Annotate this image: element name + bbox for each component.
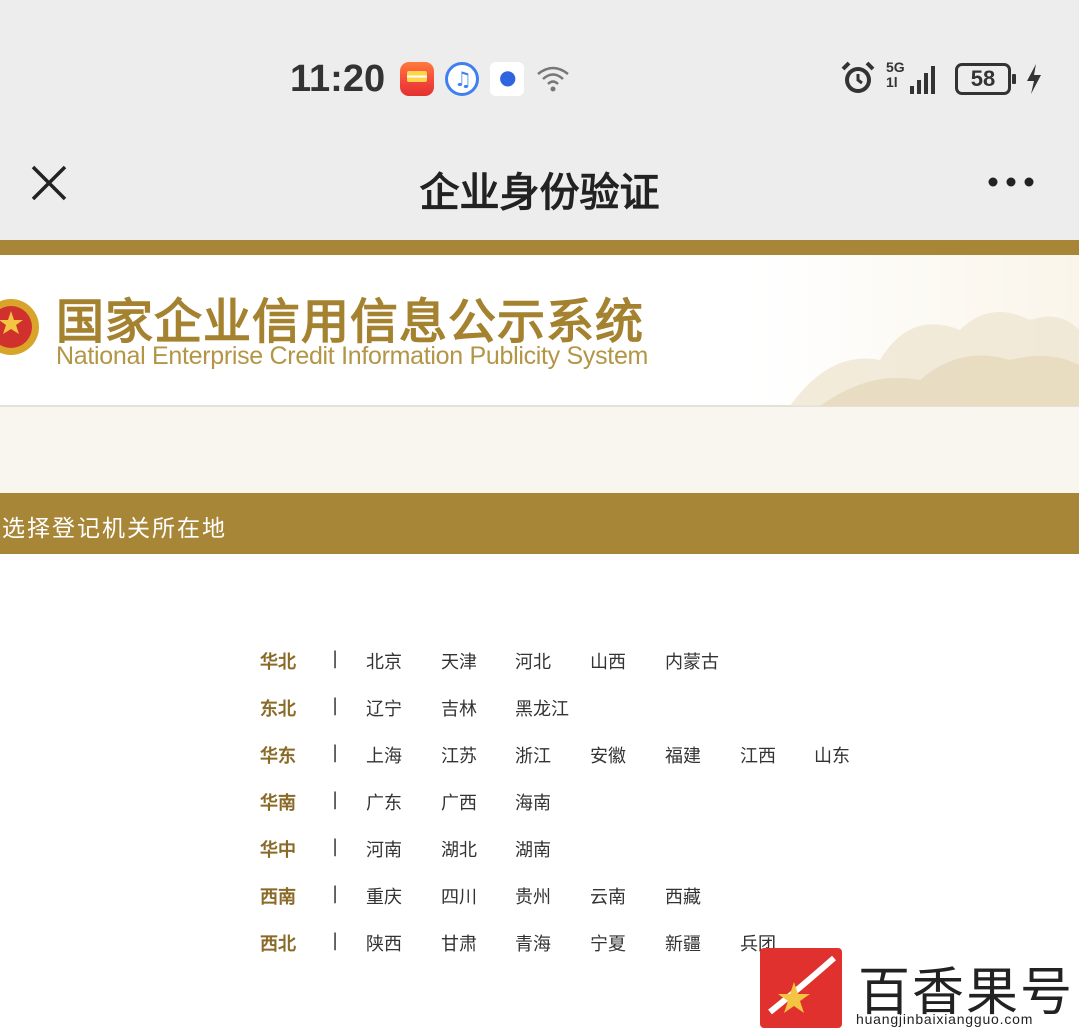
region-row-huanan: 华南 | 广东 广西 海南 — [0, 789, 1079, 819]
province-link[interactable]: 河北 — [515, 648, 551, 674]
province-link[interactable]: 云南 — [590, 883, 626, 909]
separator: | — [332, 930, 339, 951]
province-link[interactable]: 河南 — [366, 836, 402, 862]
network-type: 5G 1l — [886, 59, 905, 90]
alarm-icon — [841, 61, 875, 93]
region-name: 西南 — [260, 887, 296, 908]
province-link[interactable]: 江西 — [740, 742, 776, 768]
province-link[interactable]: 甘肃 — [441, 930, 477, 956]
province-link[interactable]: 山东 — [814, 742, 850, 768]
province-link[interactable]: 黑龙江 — [515, 695, 569, 721]
region-row-huazhong: 华中 | 河南 湖北 湖南 — [0, 836, 1079, 866]
more-icon[interactable] — [984, 170, 1038, 194]
separator: | — [332, 883, 339, 904]
huawei-video-icon — [400, 62, 434, 96]
province-link[interactable]: 福建 — [665, 742, 701, 768]
province-link[interactable]: 山西 — [590, 648, 626, 674]
wifi-icon — [537, 66, 569, 92]
region-name: 华东 — [260, 746, 296, 767]
page-title: 企业身份验证 — [419, 170, 660, 216]
separator: | — [332, 695, 339, 716]
banner-spacer — [0, 407, 1079, 493]
region-name: 西北 — [260, 934, 296, 955]
province-link[interactable]: 青海 — [515, 930, 551, 956]
section-title: 选择登记机关所在地 — [2, 516, 227, 542]
province-link[interactable]: 吉林 — [441, 695, 477, 721]
province-link[interactable]: 陕西 — [366, 930, 402, 956]
music-icon — [445, 62, 479, 96]
region-name: 华中 — [260, 840, 296, 861]
province-link[interactable]: 上海 — [366, 742, 402, 768]
province-link[interactable]: 内蒙古 — [665, 648, 719, 674]
province-link[interactable]: 浙江 — [515, 742, 551, 768]
watermark-url: huangjinbaixiangguo.com — [856, 1011, 1034, 1027]
province-link[interactable]: 江苏 — [441, 742, 477, 768]
banner-subtitle: National Enterprise Credit Information P… — [56, 342, 649, 370]
province-link[interactable]: 湖南 — [515, 836, 551, 862]
province-link[interactable]: 北京 — [366, 648, 402, 674]
region-name: 华北 — [260, 652, 296, 673]
signal-icon — [910, 66, 935, 94]
province-link[interactable]: 宁夏 — [590, 930, 626, 956]
region-row-huadong: 华东 | 上海 江苏 浙江 安徽 福建 江西 山东 — [0, 742, 1079, 772]
baidu-icon — [490, 62, 524, 96]
province-link[interactable]: 辽宁 — [366, 695, 402, 721]
province-link[interactable]: 贵州 — [515, 883, 551, 909]
province-link[interactable]: 安徽 — [590, 742, 626, 768]
charging-icon — [1027, 64, 1041, 94]
watermark-logo-icon — [760, 948, 842, 1028]
province-link[interactable]: 天津 — [441, 648, 477, 674]
province-link[interactable]: 西藏 — [665, 883, 701, 909]
national-emblem-icon — [0, 299, 39, 355]
separator: | — [332, 648, 339, 669]
province-link[interactable]: 重庆 — [366, 883, 402, 909]
province-link[interactable]: 湖北 — [441, 836, 477, 862]
province-link[interactable]: 广西 — [441, 789, 477, 815]
battery-icon: 58 — [955, 63, 1016, 95]
province-link[interactable]: 四川 — [441, 883, 477, 909]
region-row-dongbei: 东北 | 辽宁 吉林 黑龙江 — [0, 695, 1079, 725]
separator: | — [332, 742, 339, 763]
top-gold-strip — [0, 240, 1079, 255]
province-link[interactable]: 新疆 — [665, 930, 701, 956]
region-name: 华南 — [260, 793, 296, 814]
region-name: 东北 — [260, 699, 296, 720]
separator: | — [332, 789, 339, 810]
mountain-decoration — [790, 312, 1079, 406]
region-row-huabei: 华北 | 北京 天津 河北 山西 内蒙古 — [0, 648, 1079, 678]
province-link[interactable]: 广东 — [366, 789, 402, 815]
status-time: 11:20 — [290, 58, 386, 100]
province-link[interactable]: 海南 — [515, 789, 551, 815]
region-row-xinan: 西南 | 重庆 四川 贵州 云南 西藏 — [0, 883, 1079, 913]
separator: | — [332, 836, 339, 857]
